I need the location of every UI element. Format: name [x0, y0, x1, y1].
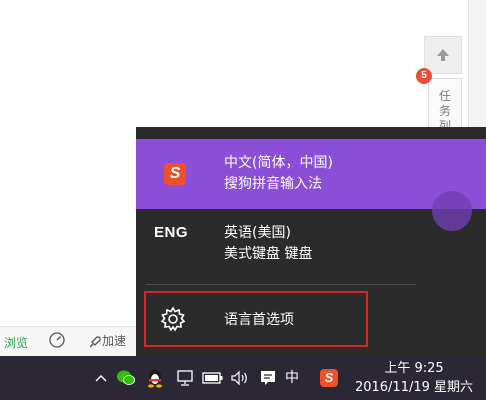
browse-link[interactable]: 浏览 — [4, 334, 28, 351]
ime-item-text: 中文(简体，中国) 搜狗拼音输入法 — [224, 153, 333, 195]
notification-badge: 5 — [416, 68, 432, 84]
rocket-icon — [89, 335, 101, 347]
show-hidden-icons-chevron-icon[interactable] — [93, 367, 109, 389]
browser-status-bar: 浏览 加速 — [0, 326, 140, 357]
taskbar: 中 S 上午 9:25 2016/11/19 星期六 — [0, 356, 486, 400]
qq-penguin-icon[interactable] — [146, 367, 164, 389]
language-preferences-button[interactable]: 语言首选项 — [144, 291, 368, 347]
network-icon[interactable] — [174, 367, 196, 389]
flyout-divider — [146, 284, 416, 285]
clock-time: 上午 9:25 — [384, 361, 444, 376]
taskbar-clock[interactable]: 上午 9:25 2016/11/19 星期六 — [350, 359, 478, 397]
input-method-flyout: S 中文(简体，中国) 搜狗拼音输入法 ENG 英语(美国) 美式键盘 键盘 语… — [136, 127, 486, 356]
ime-item-sogou-pinyin[interactable]: S 中文(简体，中国) 搜狗拼音输入法 — [136, 139, 486, 231]
sogou-logo: S — [320, 369, 338, 387]
speedometer-icon[interactable] — [48, 331, 66, 352]
input-language-indicator[interactable]: 中 — [285, 367, 299, 387]
ime-item-text: 英语(美国) 美式键盘 键盘 — [224, 223, 312, 265]
ime-method: 搜狗拼音输入法 — [224, 176, 322, 192]
sogou-logo: S — [164, 163, 186, 185]
ime-method: 美式键盘 键盘 — [224, 246, 313, 262]
action-center-icon[interactable] — [258, 367, 278, 389]
task-list-tab-char: 任 — [438, 89, 451, 103]
accelerate-label: 加速 — [102, 334, 127, 348]
sogou-icon: S — [160, 159, 190, 189]
language-preferences-label: 语言首选项 — [224, 312, 294, 328]
volume-icon[interactable] — [230, 367, 250, 389]
ime-item-english-us[interactable]: ENG 英语(美国) 美式键盘 键盘 — [136, 209, 486, 279]
ime-language: 中文(简体，中国) — [224, 155, 333, 171]
sogou-tray-icon[interactable]: S — [318, 367, 340, 389]
accelerate-button[interactable]: 加速 — [88, 332, 126, 349]
clock-date: 2016/11/19 星期六 — [354, 380, 474, 395]
ime-language: 英语(美国) — [224, 225, 291, 241]
arrow-up-icon — [437, 49, 449, 61]
task-list-tab-char: 务 — [438, 104, 451, 118]
eng-label: ENG — [154, 224, 189, 241]
wechat-icon[interactable] — [116, 367, 136, 389]
scroll-to-top-button[interactable] — [424, 36, 462, 74]
gear-icon — [160, 306, 186, 332]
battery-icon[interactable] — [202, 367, 224, 389]
